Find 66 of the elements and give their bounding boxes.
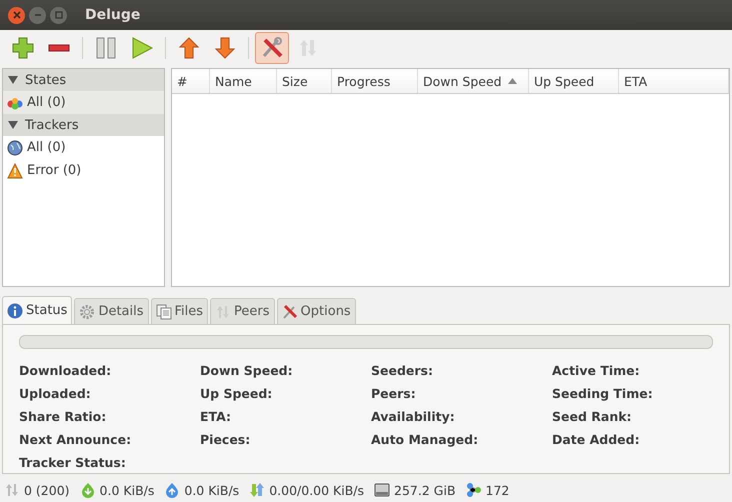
maximize-icon <box>54 11 62 19</box>
plus-icon <box>11 36 35 60</box>
field-label: Downloaded: <box>19 362 112 380</box>
field-label: Seeders: <box>371 362 434 380</box>
download-icon <box>80 482 96 498</box>
group-label: Trackers <box>25 118 79 132</box>
group-label: States <box>25 72 66 88</box>
files-icon <box>156 304 172 320</box>
tab[interactable]: Options <box>276 298 356 324</box>
column-header[interactable]: Down Speed <box>418 69 529 93</box>
network-icon <box>466 482 482 498</box>
minus-icon <box>48 44 70 52</box>
column-header[interactable]: Size <box>277 69 332 93</box>
toolbar-button[interactable] <box>255 32 289 64</box>
warning-icon <box>7 162 23 178</box>
status-text: 0.0 KiB/s <box>184 482 240 498</box>
upload-icon <box>164 482 180 498</box>
field-label: Down Speed: <box>200 362 294 380</box>
field-label: Peers: <box>371 385 417 403</box>
arrow-up-icon <box>178 36 200 60</box>
column-header[interactable]: Up Speed <box>529 69 619 93</box>
status-text: 0.0 KiB/s <box>100 482 154 498</box>
tab[interactable]: Files <box>150 298 208 324</box>
field-label: ETA: <box>200 408 232 426</box>
field-label: Date Added: <box>552 431 641 449</box>
window-title: Deluge <box>85 7 140 23</box>
play-icon <box>130 36 154 60</box>
arrows-icon <box>4 482 20 498</box>
field-label: Seeding Time: <box>552 385 654 403</box>
column-header[interactable]: ETA <box>619 69 729 93</box>
close-button[interactable] <box>8 6 25 24</box>
arrow-down-icon <box>214 36 236 60</box>
tab[interactable]: Peers <box>210 298 275 324</box>
column-header[interactable]: Progress <box>332 69 418 93</box>
traffic-icon <box>249 482 266 498</box>
field-label: Up Speed: <box>200 385 274 403</box>
gear-icon <box>79 304 96 320</box>
status-text: 0.00/0.00 KiB/s <box>269 482 364 498</box>
field-label: Seed Rank: <box>552 408 633 426</box>
tab[interactable]: Details <box>74 298 149 324</box>
field-label: Next Announce: <box>19 431 132 449</box>
status-text: 257.2 GiB <box>394 482 456 498</box>
tab[interactable]: Status <box>2 296 72 324</box>
close-icon <box>12 11 20 19</box>
field-label: Tracker Status: <box>19 454 127 472</box>
sidebar-item[interactable]: All (0) <box>3 91 164 114</box>
field-label: Auto Managed: <box>371 431 480 449</box>
status-text: 0 (200) <box>24 482 70 498</box>
info-icon <box>7 302 23 318</box>
field-label: Uploaded: <box>19 385 92 403</box>
pause-icon <box>95 36 117 60</box>
field-label: Share Ratio: <box>19 408 108 426</box>
minimize-icon <box>34 14 42 16</box>
globe-icon <box>7 140 23 156</box>
field-label: Availability: <box>371 408 456 426</box>
status-text: 172 <box>486 482 510 498</box>
field-label: Active Time: <box>552 362 641 380</box>
maximize-button[interactable] <box>50 6 67 24</box>
expanded-icon[interactable] <box>7 120 19 130</box>
expanded-icon[interactable] <box>7 75 19 85</box>
field-label: Pieces: <box>200 431 252 449</box>
column-header[interactable]: Name <box>210 69 277 93</box>
column-header[interactable]: # <box>172 69 210 93</box>
tools-icon <box>282 304 298 320</box>
minimize-button[interactable] <box>29 6 46 24</box>
tools-icon <box>260 36 284 60</box>
